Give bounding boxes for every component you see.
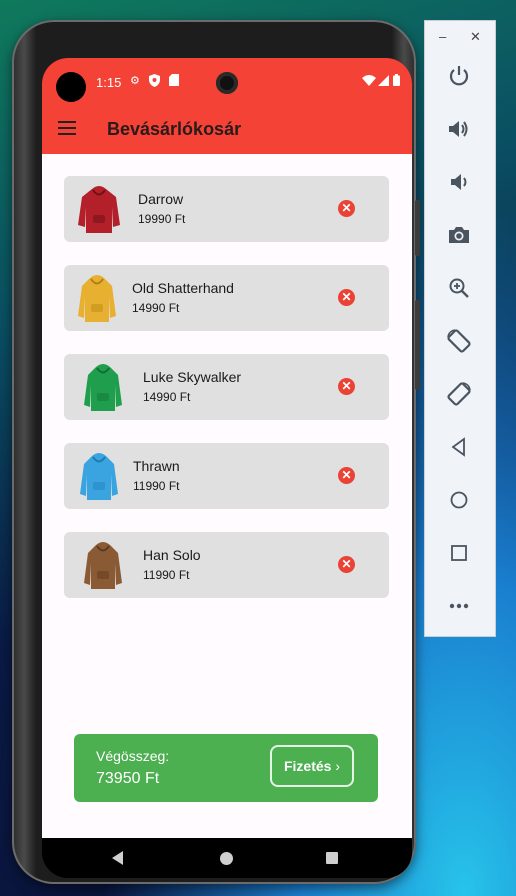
status-time: 1:15 <box>96 75 122 90</box>
item-name: Han Solo <box>143 547 201 563</box>
nav-recents-button[interactable] <box>326 852 338 864</box>
camera-cutout <box>56 72 86 102</box>
chevron-right-icon: › <box>335 758 341 774</box>
power-icon[interactable] <box>443 61 475 91</box>
total-label: Végösszeg: <box>96 748 170 764</box>
cart-item: Han Solo 11990 Ft ✕ <box>64 532 389 598</box>
remove-item-button[interactable]: ✕ <box>338 556 355 573</box>
cart-item: Luke Skywalker 14990 Ft ✕ <box>64 354 389 420</box>
volume-side-button <box>415 300 420 390</box>
total-value: 73950 Ft <box>96 770 160 787</box>
cart-content: Darrow 19990 Ft ✕ Old Shatterhand 14990 … <box>42 154 412 838</box>
hoodie-image <box>78 186 120 233</box>
back-icon[interactable] <box>443 432 475 462</box>
home-icon[interactable] <box>443 485 475 515</box>
power-side-button <box>415 200 420 256</box>
menu-icon[interactable] <box>58 121 76 135</box>
nav-home-button[interactable] <box>220 852 233 865</box>
zoom-in-icon[interactable] <box>443 273 475 303</box>
front-camera <box>216 72 238 94</box>
nav-back-button[interactable] <box>112 851 123 865</box>
camera-icon[interactable] <box>443 220 475 250</box>
item-name: Thrawn <box>133 458 180 474</box>
phone-frame: 1:15 ⚙ Bevásárlókosár Darrow 19990 Ft ✕ … <box>12 20 420 884</box>
item-price: 14990 Ft <box>143 390 191 404</box>
phone-screen: 1:15 ⚙ Bevásárlókosár Darrow 19990 Ft ✕ … <box>42 58 412 878</box>
sim-card-icon <box>169 74 179 90</box>
minimize-icon[interactable]: – <box>439 29 446 44</box>
emulator-toolbar: – ✕ <box>424 20 496 637</box>
item-name: Old Shatterhand <box>132 280 234 296</box>
cart-item: Darrow 19990 Ft ✕ <box>64 176 389 242</box>
more-icon[interactable] <box>443 591 475 621</box>
remove-item-button[interactable]: ✕ <box>338 289 355 306</box>
shield-icon <box>149 74 160 91</box>
volume-down-icon[interactable] <box>443 167 475 197</box>
hoodie-image <box>84 542 122 589</box>
battery-icon <box>393 74 400 90</box>
remove-item-button[interactable]: ✕ <box>338 200 355 217</box>
overview-icon[interactable] <box>443 538 475 568</box>
total-bar: Végösszeg: 73950 Ft Fizetés › <box>74 734 378 802</box>
close-icon[interactable]: ✕ <box>470 29 481 45</box>
cart-item: Old Shatterhand 14990 Ft ✕ <box>64 265 389 331</box>
checkout-button[interactable]: Fizetés › <box>270 745 354 787</box>
item-name: Luke Skywalker <box>143 369 242 385</box>
rotate-left-icon[interactable] <box>443 326 475 356</box>
hoodie-image <box>80 453 118 500</box>
status-bar: 1:15 ⚙ <box>42 58 412 106</box>
cart-item: Thrawn 11990 Ft ✕ <box>64 443 389 509</box>
settings-icon: ⚙ <box>130 75 140 87</box>
item-price: 11990 Ft <box>133 479 180 493</box>
hoodie-image <box>78 275 116 322</box>
remove-item-button[interactable]: ✕ <box>338 378 355 395</box>
hoodie-image <box>84 364 122 411</box>
item-name: Darrow <box>138 191 184 207</box>
app-bar: Bevásárlókosár <box>42 106 412 154</box>
signal-icon <box>378 75 389 90</box>
volume-up-icon[interactable] <box>443 114 475 144</box>
checkout-label: Fizetés <box>283 758 332 774</box>
page-title: Bevásárlókosár <box>107 119 242 139</box>
item-price: 19990 Ft <box>138 212 186 226</box>
system-nav-bar <box>42 838 412 878</box>
item-price: 14990 Ft <box>132 301 180 315</box>
rotate-right-icon[interactable] <box>443 379 475 409</box>
wifi-icon <box>362 75 376 90</box>
remove-item-button[interactable]: ✕ <box>338 467 355 484</box>
item-price: 11990 Ft <box>143 568 190 582</box>
